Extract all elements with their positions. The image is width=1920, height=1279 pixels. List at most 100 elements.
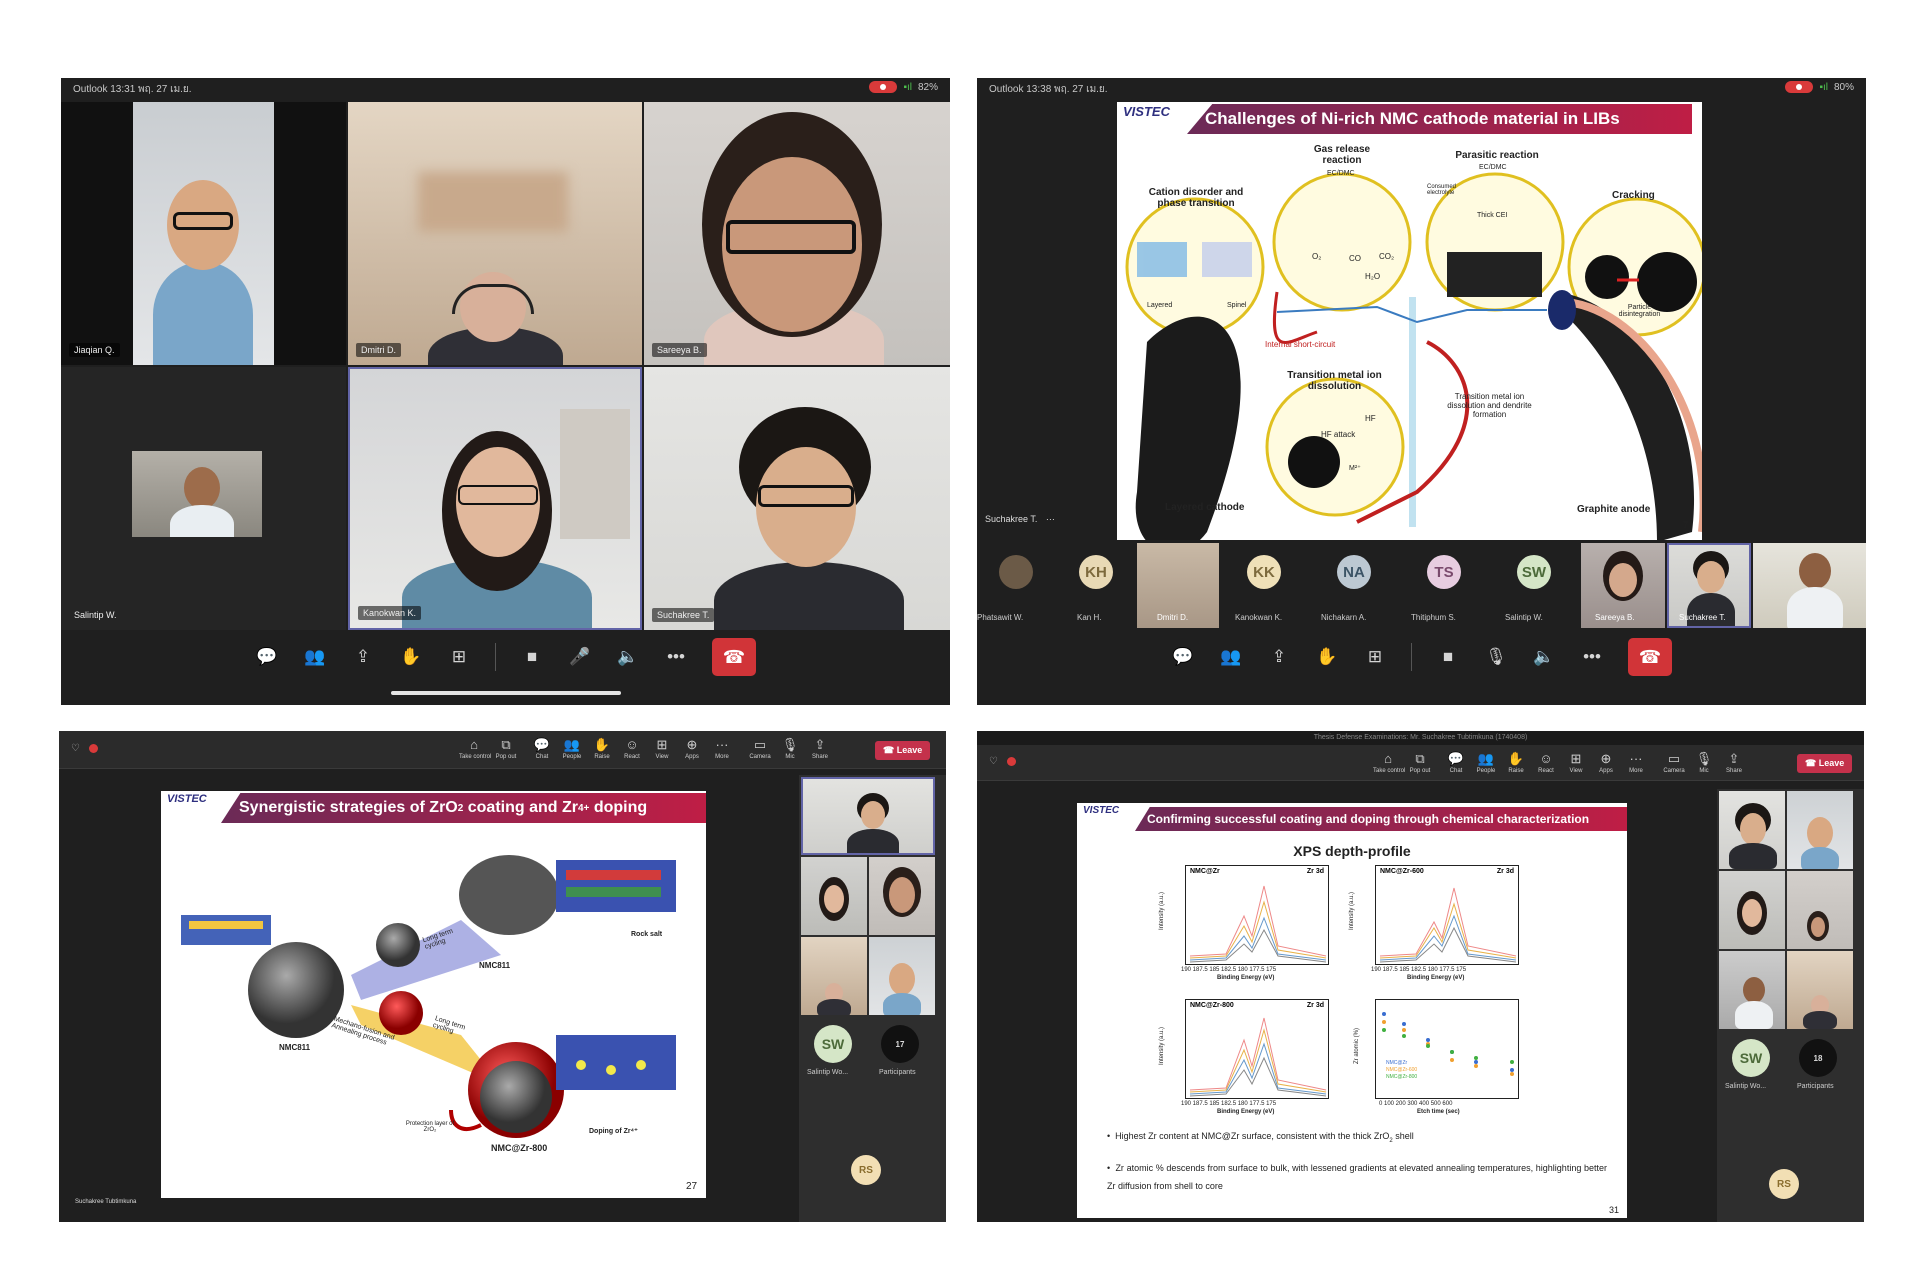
toolbar-label: Take control: [459, 754, 492, 760]
label-layered-cathode: Layered cathode: [1165, 502, 1245, 513]
pop-out-icon[interactable]: ⧉: [491, 738, 521, 752]
share-icon[interactable]: ⇪: [351, 645, 375, 669]
chat-icon[interactable]: 💬: [1441, 752, 1471, 766]
people-icon[interactable]: 👥: [1471, 752, 1501, 766]
apps-icon[interactable]: ⊞: [447, 645, 471, 669]
camera-icon[interactable]: ■: [520, 645, 544, 669]
raise-icon[interactable]: ✋: [587, 738, 617, 752]
video-tile[interactable]: [1787, 951, 1853, 1029]
toolbar-label: Chat: [1449, 768, 1463, 774]
x-ticks: 190 187.5 185 182.5 180 177.5 175: [1181, 967, 1277, 973]
slide-page-number: 7: [1683, 520, 1689, 530]
video-tile[interactable]: [869, 937, 935, 1015]
share-icon[interactable]: ⇪: [805, 738, 835, 752]
react-icon[interactable]: ☺: [617, 738, 647, 752]
chat-icon[interactable]: 💬: [527, 738, 557, 752]
avatar[interactable]: KH: [1079, 555, 1113, 589]
participants-label: Participants: [1797, 1083, 1834, 1090]
people-icon[interactable]: 👥: [303, 645, 327, 669]
label-gas: Gas release reaction: [1313, 144, 1371, 166]
person-head: [756, 447, 856, 567]
recording-icon: [1007, 757, 1016, 766]
chat-icon[interactable]: 💬: [1171, 645, 1195, 669]
video-tile[interactable]: [801, 937, 867, 1015]
video-tile[interactable]: [1719, 791, 1785, 869]
video-tile[interactable]: Sareeya B.: [644, 102, 950, 365]
participant-count[interactable]: 18: [1799, 1039, 1837, 1077]
video-tile[interactable]: [1753, 543, 1866, 628]
take-control-icon[interactable]: ⌂: [1373, 752, 1403, 766]
y-label: Zr atomic (%): [1354, 1028, 1360, 1064]
raise-hand-icon[interactable]: ✋: [399, 645, 423, 669]
more-icon[interactable]: •••: [1580, 645, 1604, 669]
camera-icon[interactable]: ▭: [1659, 752, 1689, 766]
presenter-label: Suchakree T. ···: [985, 514, 1055, 524]
bullet-1: • Highest Zr content at NMC@Zr surface, …: [1107, 1131, 1414, 1144]
avatar[interactable]: SW: [814, 1025, 852, 1063]
video-tile-active-speaker[interactable]: [801, 777, 935, 855]
more-icon[interactable]: ···: [1621, 752, 1651, 766]
video-tile[interactable]: Jiaqian Q.: [61, 102, 346, 365]
take-control-icon[interactable]: ⌂: [459, 738, 489, 752]
video-tile[interactable]: [1719, 951, 1785, 1029]
more-icon[interactable]: •••: [664, 645, 688, 669]
react-icon[interactable]: ☺: [1531, 752, 1561, 766]
video-tile[interactable]: Salintip W.: [61, 367, 346, 630]
avatar[interactable]: SW: [1732, 1039, 1770, 1077]
chat-icon[interactable]: 💬: [255, 645, 279, 669]
video-tile[interactable]: [1787, 791, 1853, 869]
avatar[interactable]: RS: [1769, 1169, 1799, 1199]
label-hf-attack: HF attack: [1321, 430, 1356, 439]
video-tile[interactable]: Dmitri D.: [348, 102, 642, 365]
more-icon[interactable]: ···: [707, 738, 737, 752]
avatar[interactable]: NA: [1337, 555, 1371, 589]
mic-icon[interactable]: 🎙: [775, 738, 805, 752]
avatar[interactable]: SW: [1517, 555, 1551, 589]
legend-item: NMC@Zr-600: [1386, 1067, 1418, 1073]
share-icon[interactable]: ⇪: [1267, 645, 1291, 669]
speaker-icon[interactable]: 🔈: [616, 645, 640, 669]
slide-subtitle: XPS depth-profile: [1293, 843, 1411, 859]
video-tile[interactable]: Suchakree T.: [644, 367, 950, 630]
video-tile[interactable]: [1719, 871, 1785, 949]
phone-icon: ☎: [722, 646, 746, 667]
mic-muted-icon[interactable]: 🎙: [1484, 645, 1508, 669]
mic-icon[interactable]: 🎙: [1689, 752, 1719, 766]
mic-icon[interactable]: 🎤: [568, 645, 592, 669]
participant-count[interactable]: 17: [881, 1025, 919, 1063]
video-tile-active-speaker[interactable]: Kanokwan K.: [348, 367, 642, 630]
people-icon[interactable]: 👥: [557, 738, 587, 752]
video-tile[interactable]: [801, 857, 867, 935]
avatar[interactable]: KK: [1247, 555, 1281, 589]
toolbar-label: More: [715, 754, 729, 760]
camera-icon[interactable]: ■: [1436, 645, 1460, 669]
participant-name: Suchakree T.: [1679, 613, 1726, 622]
avatar[interactable]: RS: [851, 1155, 881, 1185]
x-ticks: 190 187.5 185 182.5 180 177.5 175: [1181, 1101, 1277, 1107]
avatar[interactable]: [999, 555, 1033, 589]
bullet-2: • Zr atomic % descends from surface to b…: [1107, 1163, 1607, 1191]
leave-button[interactable]: ☎ Leave: [875, 741, 931, 760]
video-tile[interactable]: [1787, 871, 1853, 949]
apps-icon[interactable]: ⊕: [1591, 752, 1621, 766]
pop-out-icon[interactable]: ⧉: [1405, 752, 1435, 766]
raise-icon[interactable]: ✋: [1501, 752, 1531, 766]
title-part: 4+: [577, 802, 590, 814]
share-icon[interactable]: ⇪: [1719, 752, 1749, 766]
leave-button[interactable]: ☎ Leave: [1797, 754, 1853, 773]
raise-hand-icon[interactable]: ✋: [1315, 645, 1339, 669]
avatar[interactable]: TS: [1427, 555, 1461, 589]
glasses: [458, 485, 538, 505]
camera-icon[interactable]: ▭: [745, 738, 775, 752]
people-icon[interactable]: 👥: [1219, 645, 1243, 669]
video-tile[interactable]: [869, 857, 935, 935]
hang-up-button[interactable]: ☎: [712, 638, 756, 676]
view-icon[interactable]: ⊞: [647, 738, 677, 752]
speaker-icon[interactable]: 🔈: [1532, 645, 1556, 669]
apps-icon[interactable]: ⊕: [677, 738, 707, 752]
more-options-icon[interactable]: ···: [1046, 514, 1055, 524]
view-icon[interactable]: ⊞: [1561, 752, 1591, 766]
hang-up-button[interactable]: ☎: [1628, 638, 1672, 676]
call-controls: 💬 👥 ⇪ ✋ ⊞ ■ 🎤 🔈 ••• ☎: [61, 632, 950, 682]
apps-icon[interactable]: ⊞: [1363, 645, 1387, 669]
